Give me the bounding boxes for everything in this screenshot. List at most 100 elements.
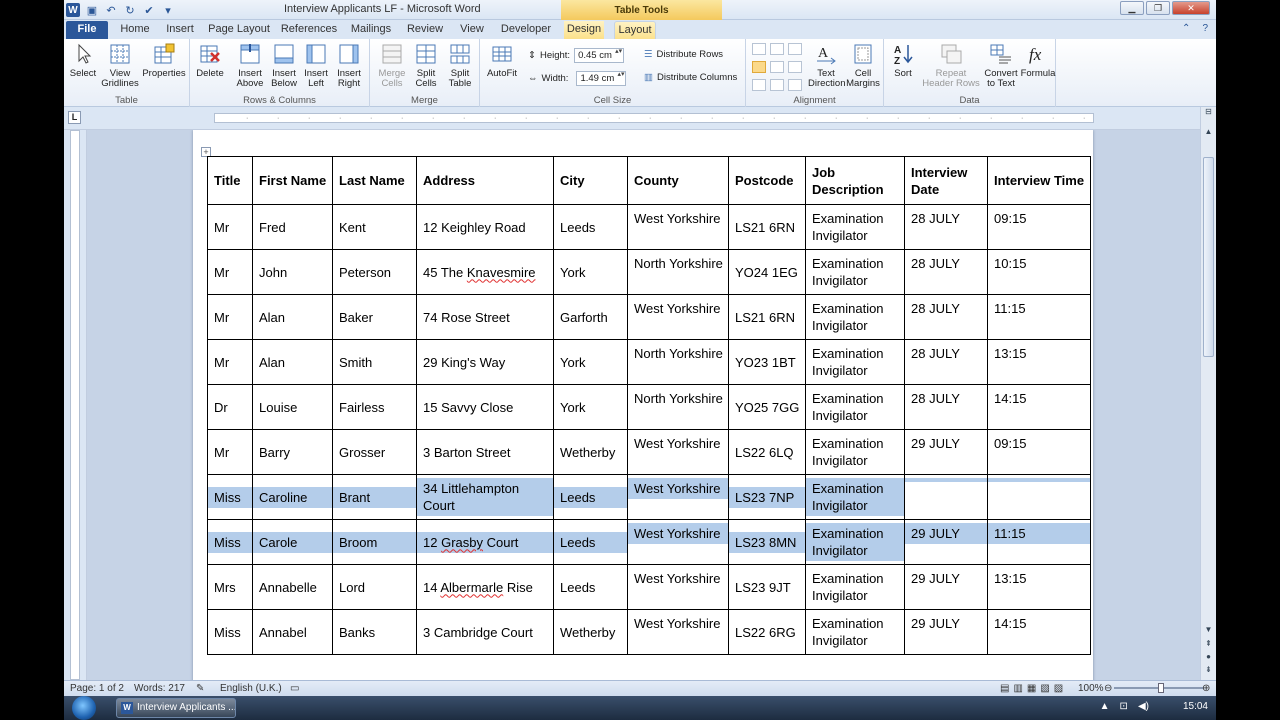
macro-record-icon[interactable]: ▭ (290, 683, 299, 694)
cell-interview-date[interactable]: 28 JULY (904, 339, 988, 385)
cell-city[interactable]: Wetherby (553, 609, 628, 655)
restore-button[interactable]: ❐ (1146, 1, 1170, 15)
cell-county[interactable]: West Yorkshire (627, 429, 729, 475)
cell-first-name[interactable]: John (252, 249, 333, 295)
scroll-up-arrow-icon[interactable]: ▲ (1203, 127, 1214, 139)
insert-below-button[interactable]: Insert Below (268, 42, 300, 89)
table-row[interactable]: Mrs Annabelle Lord 14 Albermarle Rise Leeds W… (207, 564, 1091, 610)
cell-interview-time[interactable]: 09:15 (987, 204, 1091, 250)
cell-interview-time[interactable]: 13:15 (987, 339, 1091, 385)
cell-job-description[interactable]: Examination Invigilator (805, 249, 905, 295)
proofing-icon[interactable]: ✎ (196, 683, 204, 694)
cell-postcode[interactable]: LS23 7NP (728, 474, 806, 520)
cell-job-description[interactable]: Examination Invigilator (805, 384, 905, 430)
width-input[interactable]: 1.49 cm (576, 71, 627, 86)
table-row[interactable]: Mr Alan Smith 29 King's Way York North Yorksh… (207, 339, 1091, 385)
distribute-rows-button[interactable]: ☰ Distribute Rows (644, 49, 723, 60)
header-city[interactable]: City (553, 156, 628, 205)
customize-qat-icon[interactable]: ▾ (161, 3, 175, 17)
cell-address[interactable]: 14 Albermarle Rise (416, 564, 554, 610)
cell-interview-time[interactable]: 11:15 (987, 294, 1091, 340)
cell-job-description[interactable]: Examination Invigilator (805, 609, 905, 655)
cell-address[interactable]: 45 The Knavesmire (416, 249, 554, 295)
undo-icon[interactable]: ↶ (104, 3, 118, 17)
align-center-right-button[interactable] (788, 61, 802, 73)
cell-job-description[interactable]: Examination Invigilator (805, 339, 905, 385)
align-bottom-center-button[interactable] (770, 79, 784, 91)
tab-insert[interactable]: Insert (160, 21, 200, 39)
cell-interview-time[interactable]: 11:15 (987, 519, 1091, 565)
cell-interview-time[interactable] (987, 474, 1091, 520)
language[interactable]: English (U.K.) (220, 683, 282, 694)
cell-job-description[interactable]: Examination Invigilator (805, 519, 905, 565)
cell-last-name[interactable]: Smith (332, 339, 417, 385)
cell-address[interactable]: 29 King's Way (416, 339, 554, 385)
minimize-ribbon-icon[interactable]: ⌃ (1182, 23, 1190, 34)
close-button[interactable]: ✕ (1172, 1, 1210, 15)
tab-design[interactable]: Design (564, 21, 604, 39)
cell-last-name[interactable]: Fairless (332, 384, 417, 430)
tab-home[interactable]: Home (116, 21, 154, 39)
cell-last-name[interactable]: Kent (332, 204, 417, 250)
save-icon[interactable]: ▣ (85, 3, 99, 17)
zoom-in-icon[interactable]: ⊕ (1202, 683, 1210, 694)
cell-county[interactable]: North Yorkshire (627, 339, 729, 385)
spelling-check-icon[interactable]: ✔ (142, 3, 156, 17)
cell-postcode[interactable]: YO24 1EG (728, 249, 806, 295)
cell-first-name[interactable]: Fred (252, 204, 333, 250)
cell-postcode[interactable]: LS21 6RN (728, 204, 806, 250)
volume-icon[interactable]: ◀) (1138, 701, 1149, 712)
cell-interview-time[interactable]: 09:15 (987, 429, 1091, 475)
header-interview-date[interactable]: Interview Date (904, 156, 988, 205)
cell-postcode[interactable]: LS22 6RG (728, 609, 806, 655)
page-count[interactable]: Page: 1 of 2 (70, 683, 124, 694)
select-button[interactable]: Select (68, 42, 98, 79)
cell-title[interactable]: Mr (207, 339, 253, 385)
clock[interactable]: 15:04 (1183, 701, 1208, 712)
cell-first-name[interactable]: Alan (252, 339, 333, 385)
scrollbar-thumb[interactable] (1203, 157, 1214, 357)
cell-title[interactable]: Mr (207, 249, 253, 295)
cell-first-name[interactable]: Carole (252, 519, 333, 565)
zoom-level[interactable]: 100% (1078, 683, 1104, 694)
cell-first-name[interactable]: Barry (252, 429, 333, 475)
cell-interview-time[interactable]: 14:15 (987, 609, 1091, 655)
spelling-error[interactable]: Knavesmire (467, 265, 536, 280)
cell-interview-date[interactable]: 28 JULY (904, 204, 988, 250)
cell-address[interactable]: 3 Barton Street (416, 429, 554, 475)
cell-job-description[interactable]: Examination Invigilator (805, 564, 905, 610)
table-row[interactable]: Mr Fred Kent 12 Keighley Road Leeds West York… (207, 204, 1091, 250)
next-page-icon[interactable]: ⇟ (1203, 665, 1214, 677)
tab-review[interactable]: Review (404, 21, 446, 39)
table-row[interactable]: Mr John Peterson 45 The Knavesmire York North… (207, 249, 1091, 295)
taskbar-word-button[interactable]: W Interview Applicants ... (116, 698, 236, 718)
applicants-table[interactable]: Title First Name Last Name Address City … (207, 156, 1091, 655)
cell-county[interactable]: North Yorkshire (627, 384, 729, 430)
merge-cells-button[interactable]: Merge Cells (376, 42, 408, 89)
cell-title[interactable]: Mr (207, 204, 253, 250)
cell-postcode[interactable]: LS23 8MN (728, 519, 806, 565)
table-row[interactable]: Miss Carole Broom 12 Grasby Court Leeds West … (207, 519, 1091, 565)
align-center-button[interactable] (770, 61, 784, 73)
cell-first-name[interactable]: Annabel (252, 609, 333, 655)
align-top-left-button[interactable] (752, 43, 766, 55)
cell-title[interactable]: Dr (207, 384, 253, 430)
tab-layout[interactable]: Layout (614, 21, 656, 40)
document-page[interactable]: + Title First Name Last Name Address Cit… (193, 130, 1093, 680)
cell-title[interactable]: Mrs (207, 564, 253, 610)
table-row[interactable]: Miss Annabel Banks 3 Cambridge Court Wetherb… (207, 609, 1091, 655)
spelling-error[interactable]: Albermarle (440, 580, 503, 595)
cell-last-name[interactable]: Baker (332, 294, 417, 340)
cell-county[interactable]: West Yorkshire (627, 609, 729, 655)
cell-first-name[interactable]: Annabelle (252, 564, 333, 610)
cell-interview-date[interactable]: 29 JULY (904, 429, 988, 475)
cell-interview-date[interactable] (904, 474, 988, 520)
cell-postcode[interactable]: YO25 7GG (728, 384, 806, 430)
tab-page-layout[interactable]: Page Layout (208, 21, 270, 39)
view-buttons[interactable]: ▤▥▦▧▨ (1000, 683, 1067, 694)
cell-city[interactable]: York (553, 249, 628, 295)
cell-first-name[interactable]: Caroline (252, 474, 333, 520)
cell-address[interactable]: 12 Grasby Court (416, 519, 554, 565)
cell-last-name[interactable]: Brant (332, 474, 417, 520)
cell-margins-button[interactable]: Cell Margins (844, 42, 882, 89)
